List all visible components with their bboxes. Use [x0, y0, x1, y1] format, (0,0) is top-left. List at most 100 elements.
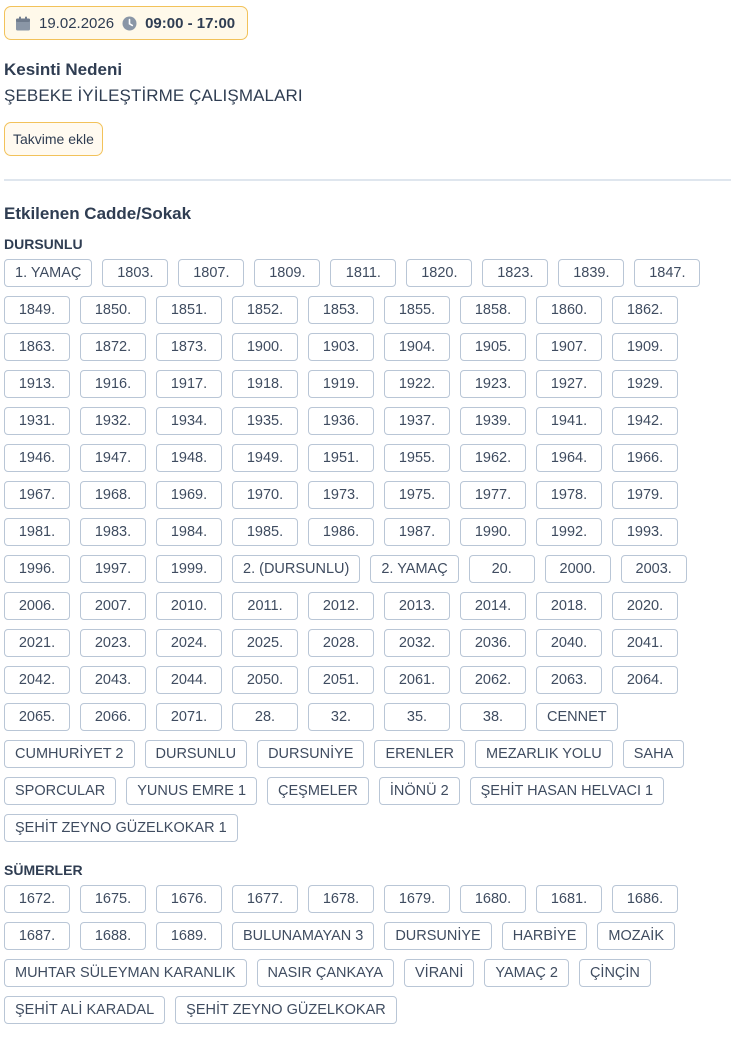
street-chip: 2061.	[384, 666, 450, 694]
divider	[4, 179, 731, 181]
street-chip: İNÖNÜ 2	[378, 777, 460, 805]
street-chip: 1996.	[4, 555, 70, 583]
street-chip: 2010.	[156, 592, 222, 620]
street-chip: 1962.	[460, 444, 526, 472]
street-chip: 1978.	[536, 481, 602, 509]
street-chip: YAMAÇ 2	[484, 959, 569, 987]
street-chip: 2028.	[308, 629, 374, 657]
street-chip: 1900.	[232, 333, 298, 361]
street-chip: 1936.	[308, 407, 374, 435]
street-chip: CUMHURİYET 2	[4, 740, 135, 768]
clock-icon	[122, 16, 137, 31]
street-chip: 1907.	[536, 333, 602, 361]
outage-date: 19.02.2026	[39, 14, 115, 32]
street-chip: ŞEHİT HASAN HELVACI 1	[469, 777, 665, 805]
street-chip: 1823.	[482, 259, 549, 287]
street-chip: 1966.	[612, 444, 678, 472]
street-chip: ŞEHİT ZEYNO GÜZELKOKAR	[175, 996, 397, 1024]
street-chip: 1803.	[102, 259, 169, 287]
street-chip: 1679.	[384, 885, 450, 913]
street-chip: 2006.	[4, 592, 70, 620]
street-chip: 1917.	[156, 370, 222, 398]
street-chip: 1987.	[384, 518, 450, 546]
street-chip: 1811.	[330, 259, 397, 287]
street-chip: DURSUNİYE	[257, 740, 365, 768]
street-chip: DURSUNLU	[144, 740, 248, 768]
reason-heading: Kesinti Nedeni	[4, 60, 123, 79]
street-chip: 2014.	[460, 592, 526, 620]
street-chip: 1916.	[80, 370, 146, 398]
street-chip: 1919.	[308, 370, 374, 398]
street-chip: DURSUNİYE	[384, 922, 492, 950]
street-chip: MOZAİK	[597, 922, 675, 950]
street-chip: ERENLER	[374, 740, 465, 768]
street-chip: 1677.	[232, 885, 298, 913]
street-chip: 2064.	[612, 666, 678, 694]
street-chip: 2018.	[536, 592, 602, 620]
street-chip: 1850.	[80, 296, 146, 324]
street-chip: 1948.	[156, 444, 222, 472]
outage-detail: 19.02.2026 09:00 - 17:00 Kesinti Nedeni …	[4, 6, 732, 1024]
street-chip: 2043.	[80, 666, 146, 694]
street-chip: 2011.	[232, 592, 298, 620]
street-chip: 1. YAMAÇ	[4, 259, 93, 287]
street-chip: BULUNAMAYAN 3	[232, 922, 375, 950]
street-chip: 1680.	[460, 885, 526, 913]
street-chip: 1672.	[4, 885, 70, 913]
add-to-calendar-button[interactable]: Takvime ekle	[4, 122, 103, 156]
street-chip: 38.	[460, 703, 526, 731]
street-chip: 2021.	[4, 629, 70, 657]
street-chip: 2036.	[460, 629, 526, 657]
street-chip: 1937.	[384, 407, 450, 435]
street-chip: 35.	[384, 703, 450, 731]
street-chip: 1947.	[80, 444, 146, 472]
street-chip: 1918.	[232, 370, 298, 398]
street-chip: 1932.	[80, 407, 146, 435]
street-chip: ÇEŞMELER	[267, 777, 369, 805]
street-chip: 2007.	[80, 592, 146, 620]
street-chip: 1909.	[612, 333, 678, 361]
street-chip: 1809.	[254, 259, 321, 287]
neighborhood-title: SÜMERLER	[4, 862, 83, 878]
street-chip: 1686.	[612, 885, 678, 913]
street-chip: ŞEHİT ZEYNO GÜZELKOKAR 1	[4, 814, 238, 842]
street-chip: 2013.	[384, 592, 450, 620]
street-chip: 1934.	[156, 407, 222, 435]
affected-streets-heading: Etkilenen Cadde/Sokak	[4, 204, 192, 223]
street-chip: 2044.	[156, 666, 222, 694]
street-chip: 1941.	[536, 407, 602, 435]
street-chip: 1839.	[558, 259, 625, 287]
street-chip: 1676.	[156, 885, 222, 913]
outage-time: 09:00 - 17:00	[145, 14, 236, 32]
street-chip: 32.	[308, 703, 374, 731]
street-chip: 1688.	[80, 922, 146, 950]
street-list: 1. YAMAÇ 1803. 1807. 1809. 1811. 1820. 1823. 18…	[4, 259, 732, 842]
street-chip: 2041.	[612, 629, 678, 657]
street-chip: 1904.	[384, 333, 450, 361]
street-chip: 2024.	[156, 629, 222, 657]
street-chip: 2032.	[384, 629, 450, 657]
street-chip: 1872.	[80, 333, 146, 361]
street-chip: 2012.	[308, 592, 374, 620]
street-chip: 1997.	[80, 555, 146, 583]
street-chip: MEZARLIK YOLU	[474, 740, 613, 768]
street-chip: 1981.	[4, 518, 70, 546]
street-chip: 1873.	[156, 333, 222, 361]
street-chip: 2003.	[620, 555, 687, 583]
street-chip: 1993.	[612, 518, 678, 546]
date-time-badge: 19.02.2026 09:00 - 17:00	[4, 6, 249, 40]
street-chip: 28.	[232, 703, 298, 731]
street-chip: 1955.	[384, 444, 450, 472]
street-chip: 1964.	[536, 444, 602, 472]
street-chip: 1675.	[80, 885, 146, 913]
street-chip: 1858.	[460, 296, 526, 324]
street-chip: 1905.	[460, 333, 526, 361]
street-chip: 1922.	[384, 370, 450, 398]
street-chip: 1983.	[80, 518, 146, 546]
street-chip: 1975.	[384, 481, 450, 509]
street-chip: 2051.	[308, 666, 374, 694]
street-chip: 2071.	[156, 703, 222, 731]
street-chip: 1992.	[536, 518, 602, 546]
street-chip: 2. YAMAÇ	[370, 555, 459, 583]
street-chip: 1929.	[612, 370, 678, 398]
